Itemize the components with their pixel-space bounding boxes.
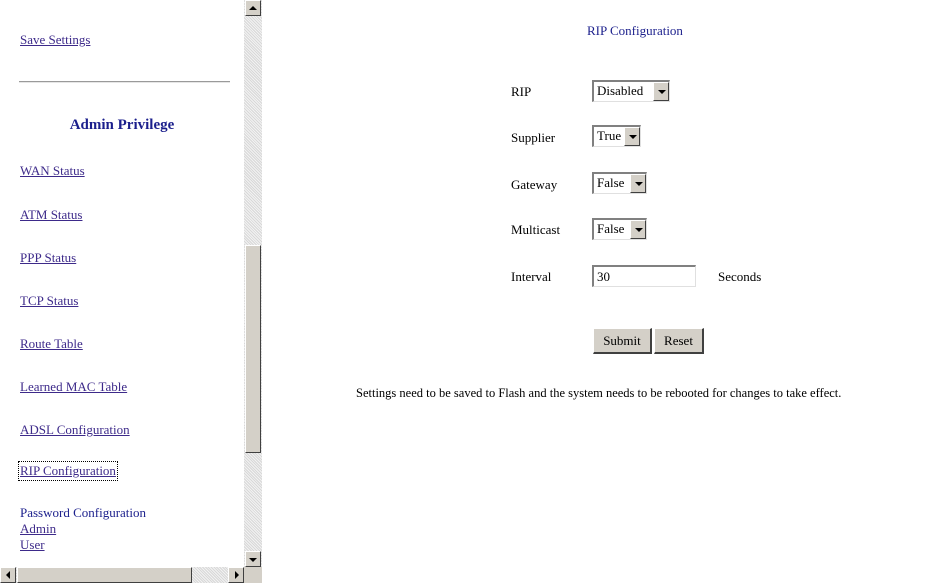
- horizontal-scrollbar[interactable]: [0, 567, 244, 583]
- nav-link-tcp-status[interactable]: TCP Status: [20, 293, 78, 309]
- vertical-scrollbar-thumb[interactable]: [245, 245, 261, 453]
- interval-unit-label: Seconds: [718, 269, 762, 284]
- scrollbar-corner: [244, 567, 262, 583]
- dropdown-arrow-icon[interactable]: [630, 220, 646, 239]
- multicast-select[interactable]: False: [592, 218, 647, 240]
- gateway-select[interactable]: False: [592, 172, 647, 194]
- arrow-up-icon: [249, 6, 257, 10]
- gateway-select-value: False: [597, 175, 625, 190]
- menu-divider: [19, 81, 230, 83]
- multicast-select-value: False: [597, 221, 625, 236]
- admin-privilege-heading: Admin Privilege: [69, 117, 175, 133]
- password-configuration-heading: Password Configuration: [20, 505, 147, 520]
- navigation-menu: Save Settings Admin Privilege WAN Status…: [0, 0, 244, 567]
- nav-link-atm-status[interactable]: ATM Status: [20, 207, 82, 223]
- scroll-down-button[interactable]: [245, 551, 261, 567]
- reboot-notice: Settings need to be saved to Flash and t…: [356, 386, 842, 400]
- nav-link-save-settings[interactable]: Save Settings: [20, 32, 90, 48]
- vertical-scrollbar[interactable]: [244, 0, 262, 567]
- gateway-label: Gateway: [511, 177, 558, 192]
- multicast-label: Multicast: [511, 222, 561, 237]
- supplier-select-value: True: [597, 128, 622, 143]
- nav-link-rip-configuration[interactable]: RIP Configuration: [18, 461, 118, 481]
- interval-label: Interval: [511, 269, 552, 284]
- dropdown-arrow-icon[interactable]: [653, 82, 669, 101]
- horizontal-scrollbar-thumb[interactable]: [17, 567, 192, 583]
- arrow-down-icon: [249, 558, 257, 562]
- nav-link-ppp-status[interactable]: PPP Status: [20, 250, 76, 266]
- nav-link-user-password[interactable]: User: [20, 537, 45, 553]
- submit-button[interactable]: Submit: [593, 328, 652, 354]
- scroll-up-button[interactable]: [245, 0, 261, 16]
- navigation-frame: Save Settings Admin Privilege WAN Status…: [0, 0, 262, 583]
- interval-input[interactable]: [592, 265, 696, 287]
- rip-select-value: Disabled: [597, 83, 644, 98]
- dropdown-arrow-icon[interactable]: [624, 127, 640, 146]
- scroll-right-button[interactable]: [228, 567, 244, 583]
- reset-button[interactable]: Reset: [654, 328, 704, 354]
- nav-link-learned-mac-table[interactable]: Learned MAC Table: [20, 379, 127, 395]
- scroll-left-button[interactable]: [0, 567, 16, 583]
- dropdown-arrow-icon[interactable]: [630, 174, 646, 193]
- page-title: RIP Configuration: [587, 23, 683, 38]
- arrow-right-icon: [235, 571, 239, 579]
- arrow-left-icon: [6, 571, 10, 579]
- nav-link-adsl-configuration[interactable]: ADSL Configuration: [20, 422, 130, 438]
- supplier-select[interactable]: True: [592, 125, 641, 147]
- supplier-label: Supplier: [511, 130, 556, 145]
- nav-link-route-table[interactable]: Route Table: [20, 336, 83, 352]
- rip-label: RIP: [511, 84, 532, 99]
- rip-select[interactable]: Disabled: [592, 80, 670, 102]
- nav-link-admin-password[interactable]: Admin: [20, 521, 56, 537]
- nav-link-wan-status[interactable]: WAN Status: [20, 163, 85, 179]
